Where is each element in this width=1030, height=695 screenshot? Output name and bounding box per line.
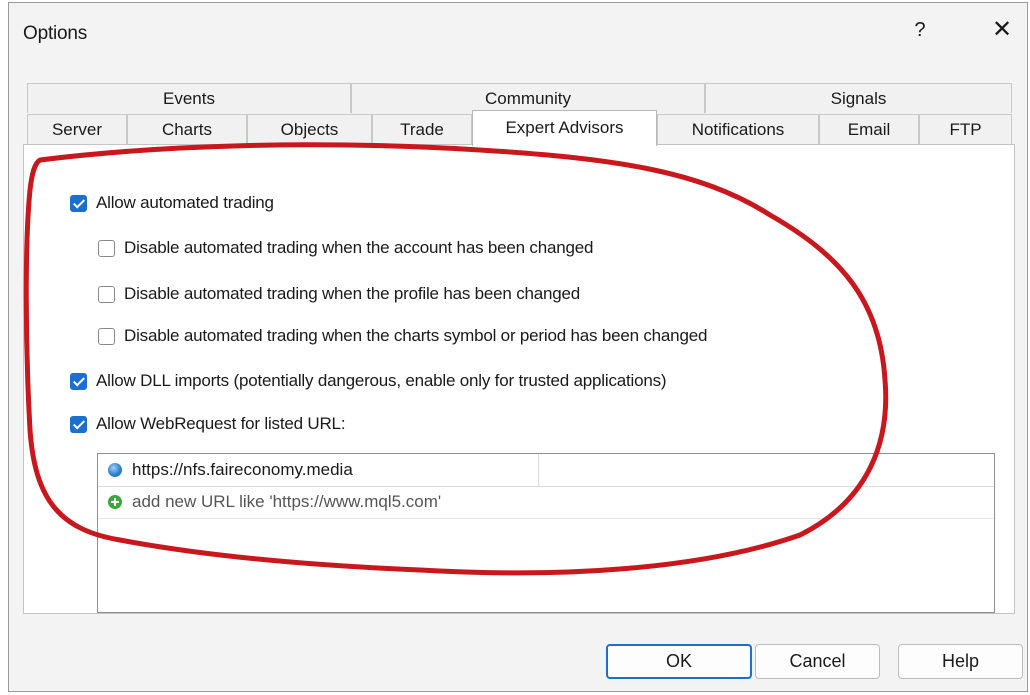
webrequest-url-list[interactable]: https://nfs.faireconomy.media add new UR… [97, 453, 995, 613]
option-disable-on-account-change[interactable]: Disable automated trading when the accou… [98, 238, 593, 258]
option-allow-dll-imports[interactable]: Allow DLL imports (potentially dangerous… [70, 371, 667, 391]
title-bar: Options ? ✕ [9, 3, 1027, 69]
checkbox[interactable] [70, 415, 87, 433]
add-url-placeholder: add new URL like 'https://www.mql5.com' [132, 492, 442, 511]
help-button[interactable]: Help [898, 644, 1023, 679]
option-label: Disable automated trading when the chart… [124, 326, 708, 345]
options-dialog: Options ? ✕ Events Community Signals Ser… [8, 2, 1028, 692]
column-separator [538, 454, 539, 486]
checkbox[interactable] [98, 327, 115, 345]
window-title: Options [23, 23, 88, 44]
tab-email[interactable]: Email [819, 114, 919, 144]
option-label: Allow DLL imports (potentially dangerous… [96, 371, 667, 390]
tab-trade[interactable]: Trade [372, 114, 472, 144]
option-disable-on-profile-change[interactable]: Disable automated trading when the profi… [98, 284, 580, 304]
tab-row-bottom: Server Charts Objects Trade Expert Advis… [27, 110, 1012, 146]
globe-icon [108, 463, 122, 477]
tab-signals[interactable]: Signals [705, 83, 1012, 113]
help-icon[interactable]: ? [905, 15, 935, 45]
tab-events[interactable]: Events [27, 83, 351, 113]
tab-ftp[interactable]: FTP [919, 114, 1012, 144]
tab-row-top: Events Community Signals [27, 83, 1012, 113]
checkbox[interactable] [70, 194, 87, 212]
ok-button[interactable]: OK [606, 644, 752, 679]
option-allow-webrequest[interactable]: Allow WebRequest for listed URL: [70, 414, 346, 434]
add-url-row[interactable]: add new URL like 'https://www.mql5.com' [98, 486, 994, 519]
option-label: Allow automated trading [96, 193, 274, 212]
tab-server[interactable]: Server [27, 114, 127, 144]
url-list-item[interactable]: https://nfs.faireconomy.media [98, 454, 994, 487]
checkbox[interactable] [98, 239, 115, 257]
tab-charts[interactable]: Charts [127, 114, 247, 144]
option-label: Allow WebRequest for listed URL: [96, 414, 346, 433]
tab-community[interactable]: Community [351, 83, 705, 113]
tab-objects[interactable]: Objects [247, 114, 372, 144]
tab-expert-advisors[interactable]: Expert Advisors [472, 110, 657, 146]
option-label: Disable automated trading when the profi… [124, 284, 581, 303]
option-disable-on-symbol-change[interactable]: Disable automated trading when the chart… [98, 326, 707, 346]
add-icon [108, 495, 122, 509]
tab-notifications[interactable]: Notifications [657, 114, 819, 144]
option-allow-automated-trading[interactable]: Allow automated trading [70, 193, 274, 213]
option-label: Disable automated trading when the accou… [124, 238, 594, 257]
cancel-button[interactable]: Cancel [755, 644, 880, 679]
checkbox[interactable] [70, 372, 87, 390]
close-icon[interactable]: ✕ [987, 15, 1017, 45]
checkbox[interactable] [98, 285, 115, 303]
url-entry: https://nfs.faireconomy.media [132, 460, 353, 479]
